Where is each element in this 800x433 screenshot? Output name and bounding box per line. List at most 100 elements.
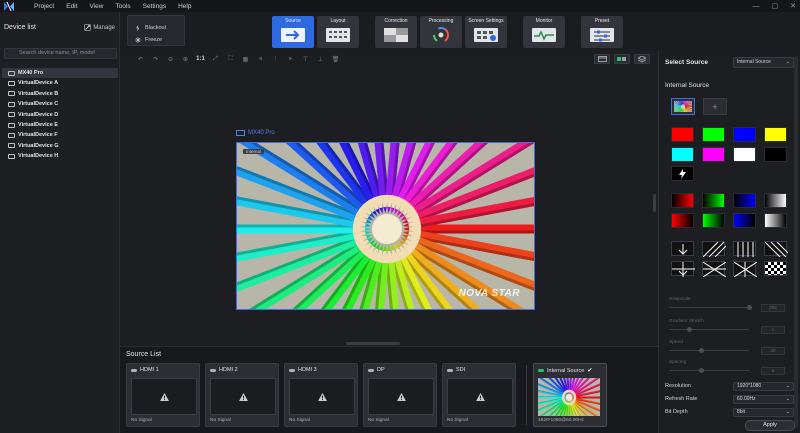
- horizontal-scrollbar[interactable]: [346, 342, 400, 345]
- slider-thumb[interactable]: [699, 348, 704, 353]
- device-item[interactable]: VirtualDevice A: [2, 78, 118, 88]
- pattern-arrow-down[interactable]: [671, 241, 694, 256]
- bit-depth-dropdown[interactable]: 8bit ⌄: [733, 408, 794, 417]
- align-center-icon[interactable]: ⫶: [271, 55, 280, 64]
- device-item[interactable]: VirtualDevice B: [2, 89, 118, 99]
- live-view-toggle-icon[interactable]: [614, 54, 630, 64]
- slider-value[interactable]: 5: [761, 367, 785, 375]
- tab-correction[interactable]: Correction: [375, 16, 417, 48]
- tab-monitor[interactable]: Monitor: [523, 16, 565, 48]
- maximize-icon[interactable]: ▢: [772, 2, 779, 10]
- slider-track[interactable]: [669, 329, 749, 330]
- zoom-out-icon[interactable]: ⊖: [166, 55, 175, 64]
- screen-view-icon[interactable]: [594, 54, 610, 64]
- slider-value[interactable]: 30: [761, 347, 785, 355]
- pattern-checkerboard[interactable]: [764, 261, 787, 276]
- source-card[interactable]: SDI No Signal: [442, 363, 516, 427]
- freeze-button[interactable]: Freeze: [135, 37, 162, 43]
- source-card[interactable]: HDMI 3 No Signal: [284, 363, 358, 427]
- tab-source[interactable]: Source: [272, 16, 314, 48]
- source-dropdown[interactable]: Internal Source ⌄: [733, 57, 794, 68]
- source-card[interactable]: DP No Signal: [363, 363, 437, 427]
- solid-color-swatch[interactable]: [764, 127, 787, 142]
- menu-project[interactable]: Project: [34, 3, 54, 10]
- pattern-vertical-lines[interactable]: [733, 241, 756, 257]
- zoom-1-1-button[interactable]: 1:1: [196, 55, 205, 64]
- red-gradient-swatch[interactable]: [671, 193, 694, 208]
- blue-gradient-rev-swatch[interactable]: [733, 213, 756, 228]
- device-item[interactable]: VirtualDevice F: [2, 130, 118, 140]
- add-image-button[interactable]: +: [703, 98, 727, 115]
- close-icon[interactable]: ✕: [790, 2, 796, 10]
- pattern-grid-lines[interactable]: [671, 261, 695, 277]
- slider-thumb[interactable]: [699, 368, 704, 373]
- menu-tools[interactable]: Tools: [115, 3, 130, 10]
- solid-color-swatch[interactable]: [702, 147, 725, 162]
- panel-scrollbar[interactable]: [794, 56, 798, 428]
- device-item[interactable]: VirtualDevice G: [2, 141, 118, 151]
- apply-button[interactable]: Apply: [745, 420, 795, 431]
- tab-preset[interactable]: Preset: [581, 16, 623, 48]
- layers-icon[interactable]: [634, 54, 650, 64]
- screen-preview[interactable]: Internal NOVA STAR: [236, 142, 535, 310]
- device-item[interactable]: VirtualDevice C: [2, 99, 118, 109]
- solid-color-swatch[interactable]: [764, 147, 787, 162]
- blackout-button[interactable]: Blackout: [135, 25, 166, 31]
- menu-view[interactable]: View: [89, 3, 103, 10]
- source-card-internal[interactable]: Internal Source ✔ 1920*1080@60.00Hz: [533, 363, 607, 427]
- solid-color-swatch[interactable]: [733, 127, 756, 142]
- minimize-icon[interactable]: —: [753, 3, 760, 10]
- resolution-dropdown[interactable]: 1920*1080 ⌄: [733, 382, 794, 391]
- pattern-diagonal-lines-rev[interactable]: [764, 241, 789, 258]
- align-left-icon[interactable]: ⫷: [256, 55, 265, 64]
- menu-help[interactable]: Help: [178, 3, 191, 10]
- fit-screen-icon[interactable]: ⤢: [211, 55, 220, 64]
- image-source-thumbnail[interactable]: [669, 91, 697, 122]
- redo-icon[interactable]: ↷: [151, 55, 160, 64]
- delete-icon[interactable]: 🗑: [331, 55, 340, 64]
- gray-gradient-rev-swatch[interactable]: [764, 213, 787, 228]
- pattern-diagonal-lines[interactable]: [702, 241, 727, 258]
- slider-track[interactable]: [669, 370, 749, 371]
- device-search-input[interactable]: Search device name, IP, model: [4, 48, 117, 59]
- tab-layout[interactable]: Layout: [317, 16, 359, 48]
- solid-color-swatch[interactable]: [702, 127, 725, 142]
- undo-icon[interactable]: ↶: [136, 55, 145, 64]
- device-item[interactable]: VirtualDevice D: [2, 110, 118, 120]
- pattern-cross-lines[interactable]: [702, 261, 727, 278]
- device-item[interactable]: MX40 Pro: [2, 68, 118, 78]
- vertical-scrollbar[interactable]: [653, 194, 656, 212]
- slider-thumb[interactable]: [747, 305, 752, 310]
- slider-track[interactable]: [669, 350, 749, 351]
- green-gradient-rev-swatch[interactable]: [702, 213, 725, 228]
- grid-icon[interactable]: ▦: [241, 55, 250, 64]
- slider-value[interactable]: 1: [761, 326, 785, 334]
- align-bottom-icon[interactable]: ⊥: [316, 55, 325, 64]
- canvas-area[interactable]: ↶ ↷ ⊖ ⊕ 1:1 ⤢ ⛶ ▦ ⫷ ⫶ ⫸ ⊤ ⊥ 🗑 MX40 Pro I…: [120, 50, 658, 346]
- refresh-rate-dropdown[interactable]: 60.00Hz ⌄: [733, 395, 794, 404]
- device-item[interactable]: VirtualDevice E: [2, 120, 118, 130]
- tab-screen-settings[interactable]: Screen Settings: [465, 16, 507, 48]
- slider-value[interactable]: 255: [761, 304, 785, 312]
- zoom-in-icon[interactable]: ⊕: [181, 55, 190, 64]
- tab-processing[interactable]: Processing: [420, 16, 462, 48]
- solid-color-swatch[interactable]: [733, 147, 756, 162]
- slider-track[interactable]: [669, 307, 749, 308]
- solid-color-swatch[interactable]: [671, 147, 694, 162]
- slider-thumb[interactable]: [687, 327, 692, 332]
- flash-pattern-swatch[interactable]: [671, 166, 694, 181]
- fit-all-icon[interactable]: ⛶: [226, 55, 235, 64]
- source-card[interactable]: HDMI 1 No Signal: [126, 363, 200, 427]
- align-right-icon[interactable]: ⫸: [286, 55, 295, 64]
- red-gradient-rev-swatch[interactable]: [671, 213, 694, 228]
- gray-gradient-swatch[interactable]: [764, 193, 787, 208]
- green-gradient-swatch[interactable]: [702, 193, 725, 208]
- manage-button[interactable]: Manage: [84, 24, 115, 31]
- menu-settings[interactable]: Settings: [143, 3, 167, 10]
- menu-edit[interactable]: Edit: [66, 3, 77, 10]
- blue-gradient-swatch[interactable]: [733, 193, 756, 208]
- solid-color-swatch[interactable]: [671, 127, 694, 142]
- align-top-icon[interactable]: ⊤: [301, 55, 310, 64]
- device-item[interactable]: VirtualDevice H: [2, 151, 118, 161]
- pattern-star-lines[interactable]: [733, 261, 758, 278]
